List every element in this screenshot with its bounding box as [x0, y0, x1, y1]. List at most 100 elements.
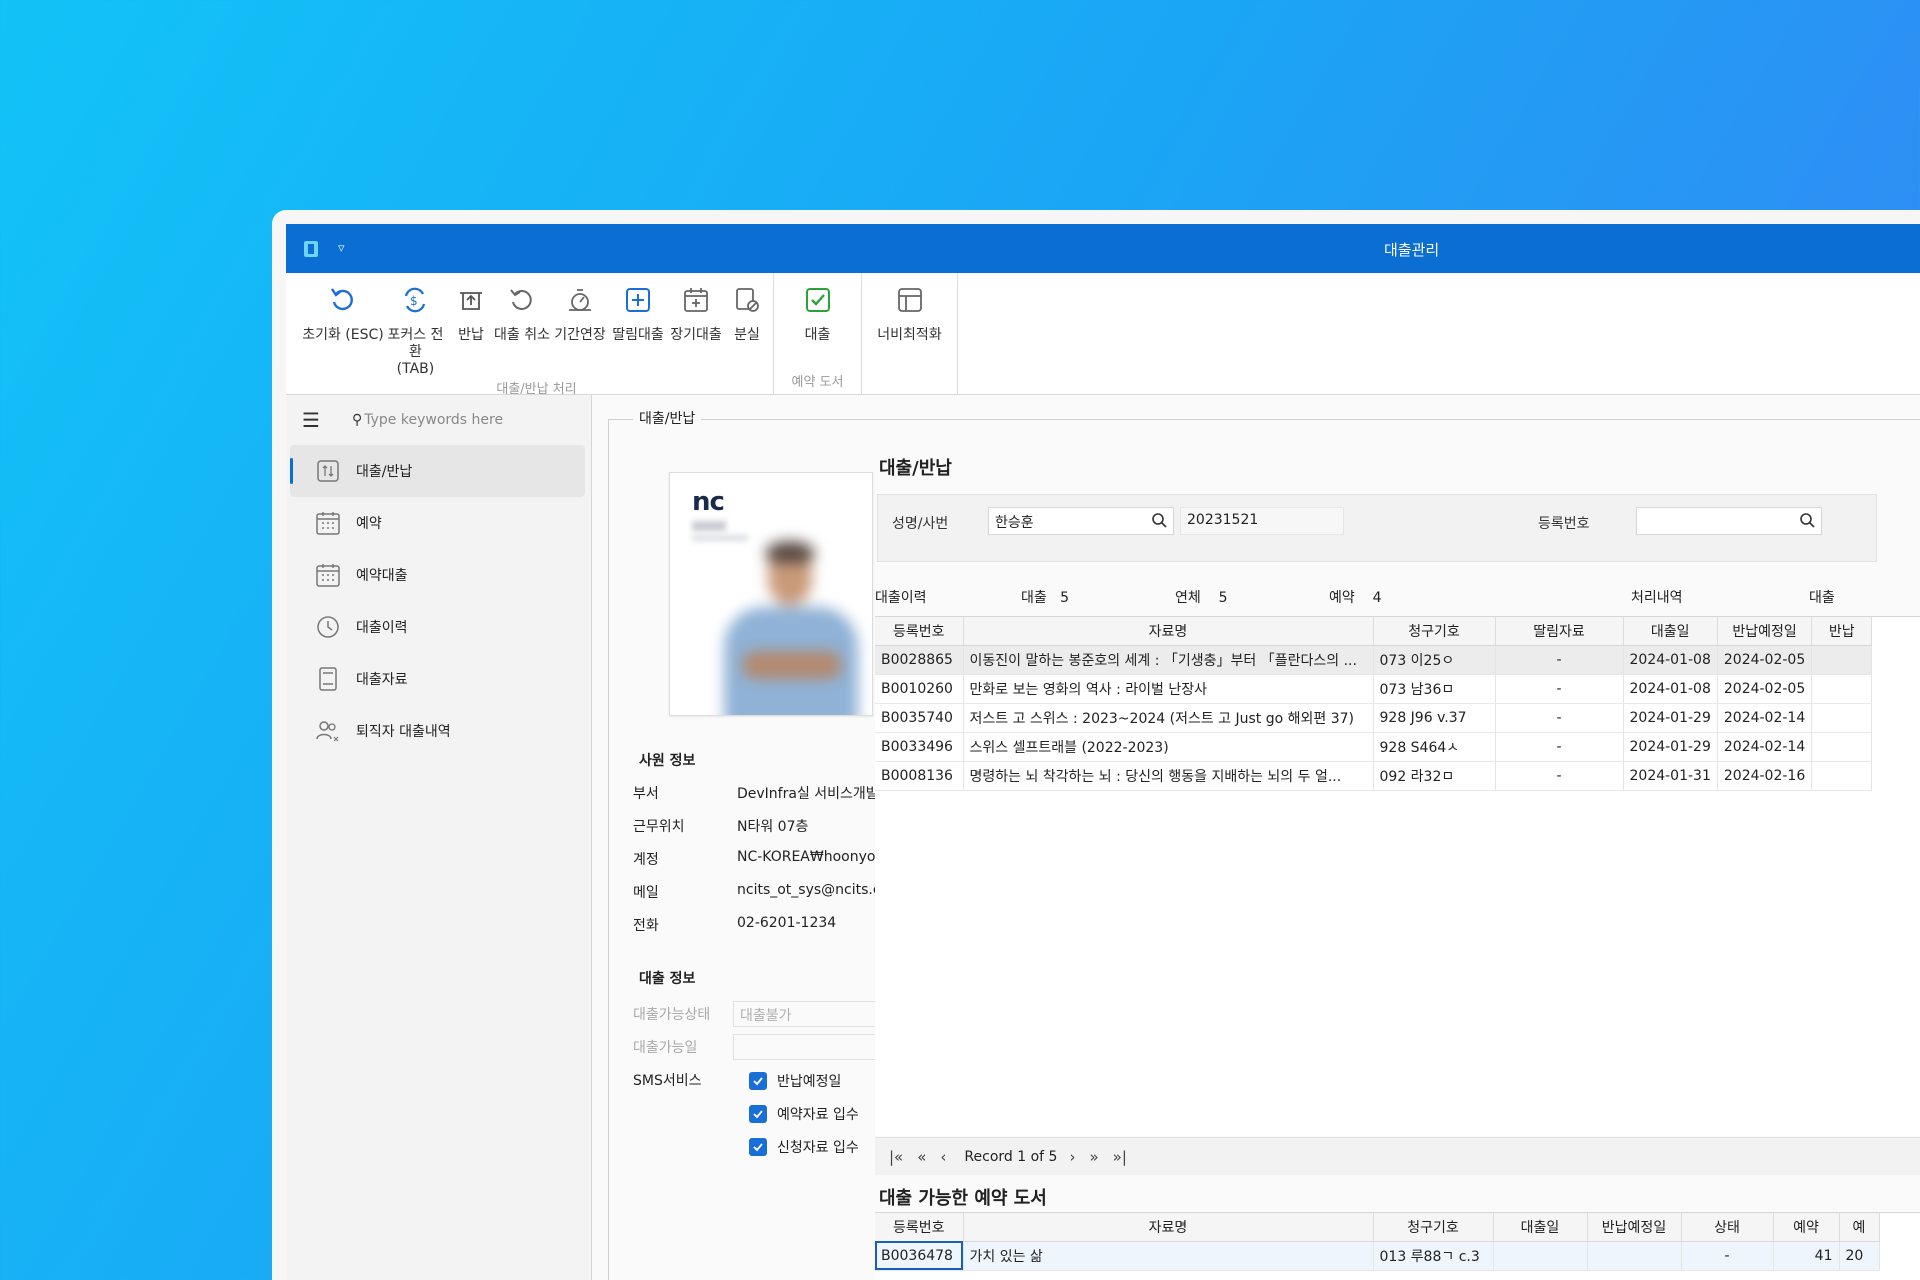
sidebar-item-loan-history[interactable]: 대출이력	[290, 601, 585, 653]
focus-switch-button[interactable]: $ 포커스 전환 (TAB)	[382, 283, 449, 378]
table-cell[interactable]: 2024-02-14	[1717, 732, 1813, 762]
sidebar-item-loan-return[interactable]: 대출/반납	[290, 445, 585, 497]
table-cell[interactable]: 928 J96 v.37	[1373, 703, 1496, 733]
sms-option-reserved-arrival[interactable]: 예약자료 입수	[749, 1104, 859, 1124]
sidebar-item-loan-materials[interactable]: 대출자료	[290, 653, 585, 705]
table-cell[interactable]: 2024-02-14	[1717, 703, 1813, 733]
cancel-loan-button[interactable]: 대출 취소	[493, 283, 551, 378]
column-header[interactable]: 청구기호	[1373, 1213, 1494, 1242]
table-cell[interactable]: -	[1681, 1241, 1774, 1271]
sidebar-item-retiree-loans[interactable]: 퇴직자 대출내역	[290, 705, 585, 757]
table-cell[interactable]	[1811, 674, 1873, 704]
search-icon[interactable]	[1799, 512, 1815, 532]
hamburger-icon[interactable]: ☰	[302, 408, 328, 432]
column-header[interactable]: 대출일	[1493, 1213, 1588, 1242]
return-button[interactable]: 반납	[449, 283, 493, 378]
table-cell[interactable]: 2024-01-31	[1623, 761, 1718, 791]
table-cell[interactable]: 스위스 셀프트래블 (2022-2023)	[963, 732, 1374, 762]
table-cell[interactable]	[1811, 645, 1873, 675]
reg-number-input[interactable]	[1636, 507, 1822, 535]
column-header[interactable]: 예	[1839, 1213, 1880, 1242]
table-cell[interactable]	[1811, 703, 1873, 733]
sms-option-due-date[interactable]: 반납예정일	[749, 1071, 841, 1091]
prev-page-icon[interactable]: ‹	[940, 1148, 946, 1166]
attached-loan-button[interactable]: 딸림대출	[609, 283, 667, 378]
table-cell[interactable]: 092 라32ㅁ	[1373, 761, 1496, 791]
fit-width-button[interactable]: 너비최적화	[873, 283, 945, 375]
column-header[interactable]: 상태	[1681, 1213, 1774, 1242]
column-header[interactable]: 반납예정일	[1717, 617, 1813, 646]
table-cell[interactable]: B0028865	[875, 645, 964, 675]
table-cell[interactable]: 073 이25ㅇ	[1373, 645, 1496, 675]
table-cell[interactable]: 2024-02-16	[1717, 761, 1813, 791]
table-cell[interactable]: 20	[1839, 1241, 1880, 1271]
table-row[interactable]: B0010260 만화로 보는 영화의 역사 : 라이벌 난장사 073 남36ㅁ -…	[875, 674, 1873, 704]
table-cell[interactable]: -	[1495, 761, 1624, 791]
table-cell[interactable]	[1811, 761, 1873, 791]
column-header[interactable]: 등록번호	[875, 617, 964, 646]
long-term-loan-button[interactable]: 장기대출	[667, 283, 725, 378]
table-row[interactable]: B0028865 이동진이 말하는 봉준호의 세계 : 「기생충」부터 「플란다스…	[875, 645, 1873, 675]
nav-search[interactable]: ☰ ⚲ Type keywords here	[286, 395, 591, 445]
column-header[interactable]: 반납	[1811, 617, 1873, 646]
reserved-loan-button[interactable]: 대출	[789, 283, 847, 371]
table-cell[interactable]: 2024-02-05	[1717, 674, 1813, 704]
table-cell[interactable]: -	[1495, 674, 1624, 704]
table-cell[interactable]: 2024-01-29	[1623, 703, 1718, 733]
table-cell[interactable]: B0008136	[875, 761, 964, 791]
column-header[interactable]: 청구기호	[1373, 617, 1496, 646]
table-cell[interactable]: -	[1495, 645, 1624, 675]
table-row[interactable]: B0008136 명령하는 뇌 착각하는 뇌 : 당신의 행동을 지배하는 뇌의 …	[875, 761, 1873, 791]
prev-page-group-icon[interactable]: «	[917, 1148, 926, 1166]
table-cell[interactable]	[1811, 732, 1873, 762]
search-input[interactable]: Type keywords here	[364, 412, 503, 428]
table-cell[interactable]: 928 S464ㅅ	[1373, 732, 1496, 762]
table-cell[interactable]: 저스트 고 스위스 : 2023~2024 (저스트 고 Just go 해외편…	[963, 703, 1374, 733]
table-cell[interactable]	[1493, 1241, 1588, 1271]
table-row[interactable]: B0033496 스위스 셀프트래블 (2022-2023) 928 S464ㅅ -2…	[875, 732, 1873, 762]
checkbox-checked-icon[interactable]	[749, 1138, 767, 1156]
last-page-icon[interactable]: »|	[1113, 1148, 1127, 1166]
table-cell[interactable]: 가치 있는 삶	[963, 1241, 1374, 1271]
quick-access-dropdown[interactable]: ▿	[338, 241, 345, 256]
table-cell[interactable]: B0010260	[875, 674, 964, 704]
table-cell[interactable]: 2024-01-08	[1623, 645, 1718, 675]
search-icon[interactable]	[1151, 512, 1167, 532]
extend-button[interactable]: 기간연장	[551, 283, 609, 378]
sidebar-item-reservation[interactable]: 예약	[290, 497, 585, 549]
name-input[interactable]: 한승훈	[988, 507, 1174, 535]
table-cell[interactable]: 2024-01-29	[1623, 732, 1718, 762]
sms-option-request-arrival[interactable]: 신청자료 입수	[749, 1137, 859, 1157]
table-cell[interactable]: B0035740	[875, 703, 964, 733]
table-cell[interactable]: -	[1495, 732, 1624, 762]
sidebar-item-reserved-loan[interactable]: 예약대출	[290, 549, 585, 601]
table-row[interactable]: B0035740 저스트 고 스위스 : 2023~2024 (저스트 고 Jus…	[875, 703, 1873, 733]
next-page-icon[interactable]: ›	[1069, 1148, 1075, 1166]
table-cell[interactable]: B0036478	[875, 1241, 964, 1271]
table-cell[interactable]: 명령하는 뇌 착각하는 뇌 : 당신의 행동을 지배하는 뇌의 두 얼...	[963, 761, 1374, 791]
table-cell[interactable]: 073 남36ㅁ	[1373, 674, 1496, 704]
table-cell[interactable]	[1587, 1241, 1682, 1271]
column-header[interactable]: 반납예정일	[1587, 1213, 1682, 1242]
table-cell[interactable]: 이동진이 말하는 봉준호의 세계 : 「기생충」부터 「플란다스의 ...	[963, 645, 1374, 675]
table-cell[interactable]: 41	[1773, 1241, 1840, 1271]
next-page-group-icon[interactable]: »	[1089, 1148, 1098, 1166]
column-header[interactable]: 자료명	[963, 617, 1374, 646]
lost-button[interactable]: 분실	[725, 283, 769, 378]
column-header[interactable]: 딸림자료	[1495, 617, 1624, 646]
column-header[interactable]: 등록번호	[875, 1213, 964, 1242]
checkbox-checked-icon[interactable]	[749, 1105, 767, 1123]
checkbox-checked-icon[interactable]	[749, 1072, 767, 1090]
first-page-icon[interactable]: |«	[889, 1148, 903, 1166]
reset-button[interactable]: 초기화 (ESC)	[302, 283, 384, 378]
column-header[interactable]: 예약	[1773, 1213, 1840, 1242]
table-cell[interactable]: 2024-02-05	[1717, 645, 1813, 675]
table-cell[interactable]: -	[1495, 703, 1624, 733]
table-cell[interactable]: B0033496	[875, 732, 964, 762]
column-header[interactable]: 대출일	[1623, 617, 1718, 646]
table-cell[interactable]: 013 루88ㄱ c.3	[1373, 1241, 1494, 1271]
table-row[interactable]: B0036478 가치 있는 삶 013 루88ㄱ c.3 -41 20	[875, 1241, 1880, 1271]
table-cell[interactable]: 만화로 보는 영화의 역사 : 라이벌 난장사	[963, 674, 1374, 704]
table-cell[interactable]: 2024-01-08	[1623, 674, 1718, 704]
column-header[interactable]: 자료명	[963, 1213, 1374, 1242]
